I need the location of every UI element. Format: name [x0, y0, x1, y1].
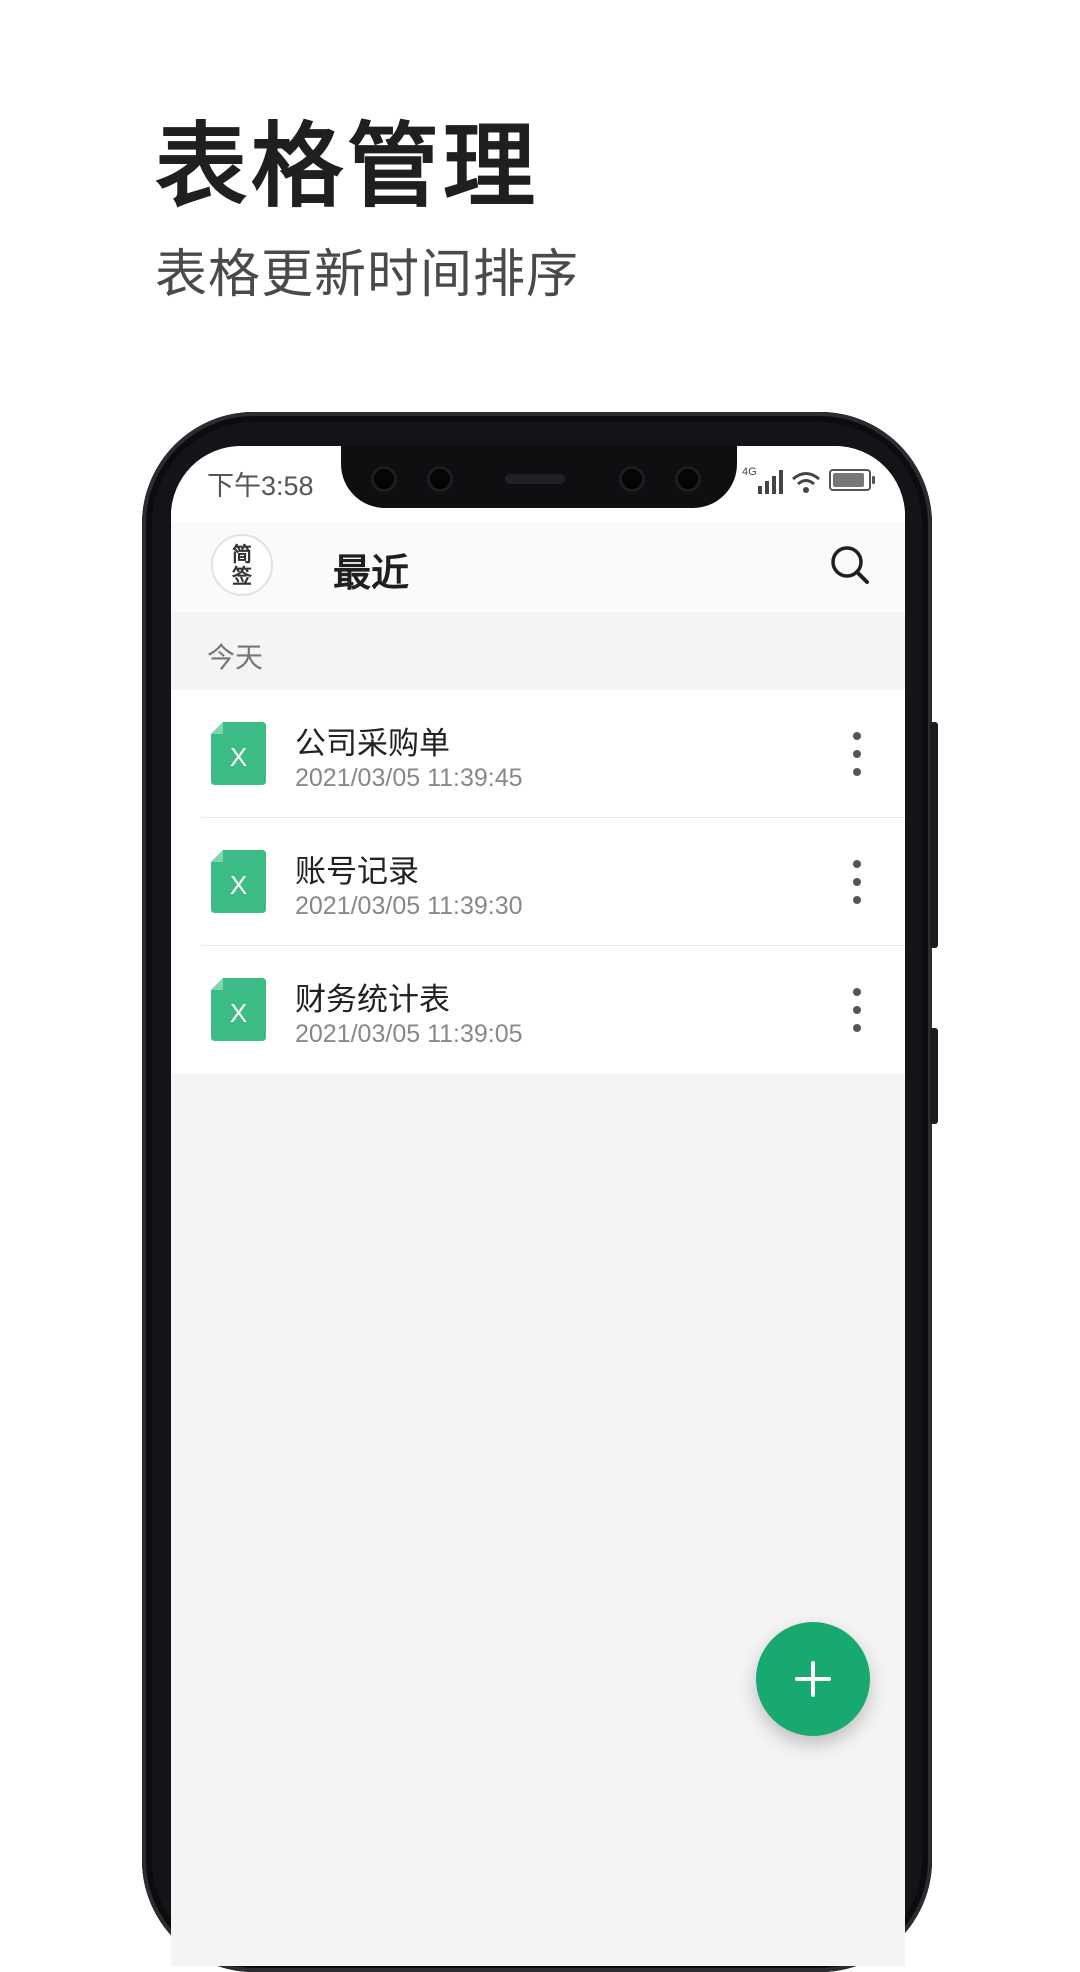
more-options-button[interactable] — [847, 732, 867, 776]
file-updated-time: 2021/03/05 11:39:05 — [295, 1020, 523, 1048]
file-list-item[interactable]: X 财务统计表 2021/03/05 11:39:05 — [171, 946, 905, 1074]
status-icons: 4G — [742, 466, 875, 494]
avatar-text: 简签 — [232, 542, 252, 588]
promo-title: 表格管理 — [155, 113, 540, 220]
search-icon — [831, 546, 869, 584]
file-icon-letter: X — [230, 870, 247, 900]
excel-file-icon: X — [211, 722, 266, 785]
file-icon-letter: X — [230, 998, 247, 1028]
file-list-item[interactable]: X 公司采购单 2021/03/05 11:39:45 — [171, 690, 905, 818]
more-options-button[interactable] — [847, 988, 867, 1032]
face-sensor — [619, 466, 645, 492]
camera-notch — [341, 446, 737, 508]
search-button[interactable] — [825, 540, 875, 590]
sensor — [427, 466, 453, 492]
more-vertical-icon-dot — [853, 860, 861, 868]
promo-subtitle: 表格更新时间排序 — [155, 245, 580, 305]
phone-power-button — [930, 1028, 938, 1124]
network-type-label: 4G — [742, 466, 757, 478]
excel-file-icon: X — [211, 978, 266, 1041]
app-logo-avatar[interactable]: 简签 — [211, 534, 273, 596]
more-options-button[interactable] — [847, 860, 867, 904]
wifi-icon — [792, 472, 820, 493]
battery-level-fill — [833, 473, 864, 487]
app-header: 简签 最近 — [171, 522, 905, 612]
phone-volume-button — [930, 722, 938, 948]
add-file-button[interactable] — [756, 1622, 870, 1736]
earpiece-speaker — [505, 474, 565, 484]
section-label-today: 今天 — [207, 641, 264, 674]
cellular-signal-icon: 4G — [742, 466, 783, 494]
file-name: 账号记录 — [295, 854, 419, 890]
proximity-sensor — [675, 466, 701, 492]
more-vertical-icon-dot — [853, 732, 861, 740]
more-vertical-icon-dot — [853, 988, 861, 996]
file-updated-time: 2021/03/05 11:39:45 — [295, 764, 523, 792]
battery-icon — [829, 469, 875, 491]
phone-screen: 下午3:58 4G 简签 最近 今天 X 公司采购单 2021/03/05 11… — [171, 446, 905, 1966]
excel-file-icon: X — [211, 850, 266, 913]
file-list-item[interactable]: X 账号记录 2021/03/05 11:39:30 — [171, 818, 905, 946]
status-time: 下午3:58 — [207, 471, 314, 501]
file-icon-letter: X — [230, 742, 247, 772]
page-title: 最近 — [333, 551, 410, 595]
file-updated-time: 2021/03/05 11:39:30 — [295, 892, 523, 920]
file-name: 财务统计表 — [295, 982, 450, 1018]
front-camera — [371, 466, 397, 492]
plus-icon — [795, 1661, 831, 1697]
file-name: 公司采购单 — [295, 726, 450, 762]
file-list: X 公司采购单 2021/03/05 11:39:45 X 账号记录 2021/… — [171, 690, 905, 1074]
